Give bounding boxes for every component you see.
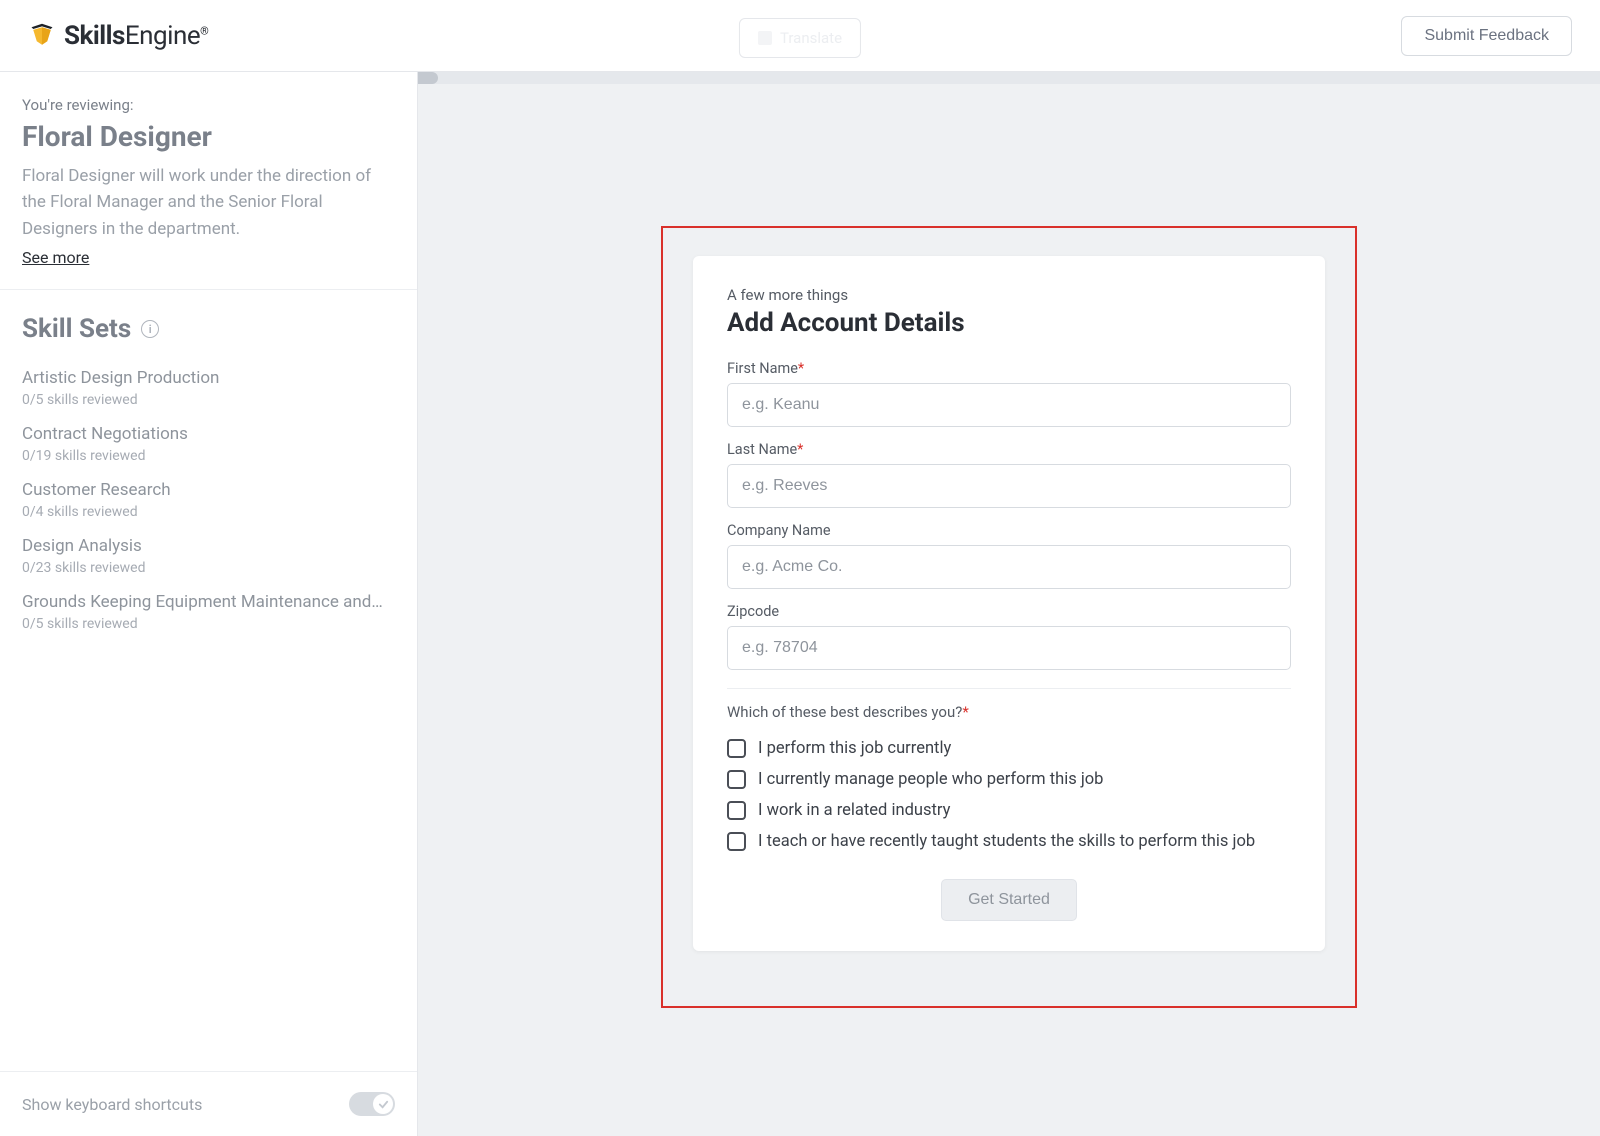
shield-icon xyxy=(28,22,56,50)
brand-reg-mark: ® xyxy=(200,24,208,37)
skill-item[interactable]: Design Analysis 0/23 skills reviewed xyxy=(22,526,395,582)
translate-icon xyxy=(758,31,772,45)
required-mark: * xyxy=(962,703,968,721)
checkbox[interactable] xyxy=(727,739,746,758)
review-label: You're reviewing: xyxy=(22,96,395,114)
checkbox-row[interactable]: I currently manage people who perform th… xyxy=(727,764,1291,795)
skill-meta: 0/19 skills reviewed xyxy=(22,448,395,464)
skill-item[interactable]: Customer Research 0/4 skills reviewed xyxy=(22,470,395,526)
review-description: Floral Designer will work under the dire… xyxy=(22,163,395,242)
see-more-link[interactable]: See more xyxy=(22,248,89,267)
skill-item[interactable]: Artistic Design Production 0/5 skills re… xyxy=(22,358,395,414)
review-block: You're reviewing: Floral Designer Floral… xyxy=(0,72,417,290)
describe-you-question: Which of these best describes you?* xyxy=(727,703,1291,721)
checkbox[interactable] xyxy=(727,832,746,851)
required-mark: * xyxy=(798,360,804,377)
checkbox-label[interactable]: I perform this job currently xyxy=(758,739,951,758)
skill-meta: 0/23 skills reviewed xyxy=(22,560,395,576)
skill-name: Grounds Keeping Equipment Maintenance an… xyxy=(22,592,395,612)
checkbox-label[interactable]: I work in a related industry xyxy=(758,801,950,820)
zipcode-label: Zipcode xyxy=(727,603,1291,620)
skill-meta: 0/5 skills reviewed xyxy=(22,392,395,408)
skillsets-heading: Skill Sets i xyxy=(0,290,417,354)
account-details-modal: A few more things Add Account Details Fi… xyxy=(693,256,1325,951)
skill-name: Contract Negotiations xyxy=(22,424,395,444)
required-mark: * xyxy=(797,441,803,458)
kb-shortcuts-toggle[interactable] xyxy=(349,1092,395,1116)
skill-name: Customer Research xyxy=(22,480,395,500)
skill-meta: 0/5 skills reviewed xyxy=(22,616,395,632)
brand-text: SkillsEngine® xyxy=(64,21,208,51)
checkbox[interactable] xyxy=(727,770,746,789)
submit-feedback-button[interactable]: Submit Feedback xyxy=(1401,16,1572,56)
company-input[interactable] xyxy=(727,545,1291,589)
zipcode-field: Zipcode xyxy=(727,603,1291,670)
modal-eyebrow: A few more things xyxy=(727,286,1291,304)
skill-item[interactable]: Grounds Keeping Equipment Maintenance an… xyxy=(22,582,395,638)
sidebar-footer: Show keyboard shortcuts xyxy=(0,1071,417,1136)
checkbox-row[interactable]: I work in a related industry xyxy=(727,795,1291,826)
brand-primary: Skills xyxy=(64,21,125,51)
check-icon xyxy=(378,1099,389,1110)
info-icon[interactable]: i xyxy=(141,320,159,338)
checkbox[interactable] xyxy=(727,801,746,820)
zipcode-input[interactable] xyxy=(727,626,1291,670)
company-field: Company Name xyxy=(727,522,1291,589)
review-title: Floral Designer xyxy=(22,120,395,153)
skill-item[interactable]: Contract Negotiations 0/19 skills review… xyxy=(22,414,395,470)
first-name-label-text: First Name xyxy=(727,360,798,377)
header-center-slot: Translate xyxy=(739,18,861,58)
divider xyxy=(727,688,1291,689)
last-name-label: Last Name* xyxy=(727,441,1291,458)
checkbox-row[interactable]: I teach or have recently taught students… xyxy=(727,826,1291,857)
skill-name: Design Analysis xyxy=(22,536,395,556)
get-started-button[interactable]: Get Started xyxy=(941,879,1077,921)
first-name-field: First Name* xyxy=(727,360,1291,427)
last-name-input[interactable] xyxy=(727,464,1291,508)
question-text: Which of these best describes you? xyxy=(727,703,962,721)
modal-highlight-box: A few more things Add Account Details Fi… xyxy=(661,226,1357,1008)
skill-name: Artistic Design Production xyxy=(22,368,395,388)
last-name-field: Last Name* xyxy=(727,441,1291,508)
first-name-input[interactable] xyxy=(727,383,1291,427)
toggle-knob xyxy=(373,1094,393,1114)
kb-shortcuts-label: Show keyboard shortcuts xyxy=(22,1095,202,1114)
last-name-label-text: Last Name xyxy=(727,441,797,458)
app-header: SkillsEngine® Translate Submit Feedback xyxy=(0,0,1600,72)
main-area: A few more things Add Account Details Fi… xyxy=(418,72,1600,1136)
modal-actions: Get Started xyxy=(727,879,1291,921)
skill-list: Artistic Design Production 0/5 skills re… xyxy=(0,354,417,638)
company-label: Company Name xyxy=(727,522,1291,539)
skill-meta: 0/4 skills reviewed xyxy=(22,504,395,520)
progress-fill xyxy=(418,72,438,84)
checkbox-label[interactable]: I teach or have recently taught students… xyxy=(758,832,1255,851)
modal-title: Add Account Details xyxy=(727,308,1291,338)
progress-bar xyxy=(418,72,1600,84)
translate-button[interactable]: Translate xyxy=(739,18,861,58)
brand-secondary: Engine xyxy=(125,21,200,51)
first-name-label: First Name* xyxy=(727,360,1291,377)
brand-logo: SkillsEngine® xyxy=(28,21,208,51)
checkbox-row[interactable]: I perform this job currently xyxy=(727,733,1291,764)
checkbox-label[interactable]: I currently manage people who perform th… xyxy=(758,770,1103,789)
sidebar: You're reviewing: Floral Designer Floral… xyxy=(0,72,418,1136)
translate-label: Translate xyxy=(780,29,842,47)
skillsets-heading-text: Skill Sets xyxy=(22,314,131,344)
